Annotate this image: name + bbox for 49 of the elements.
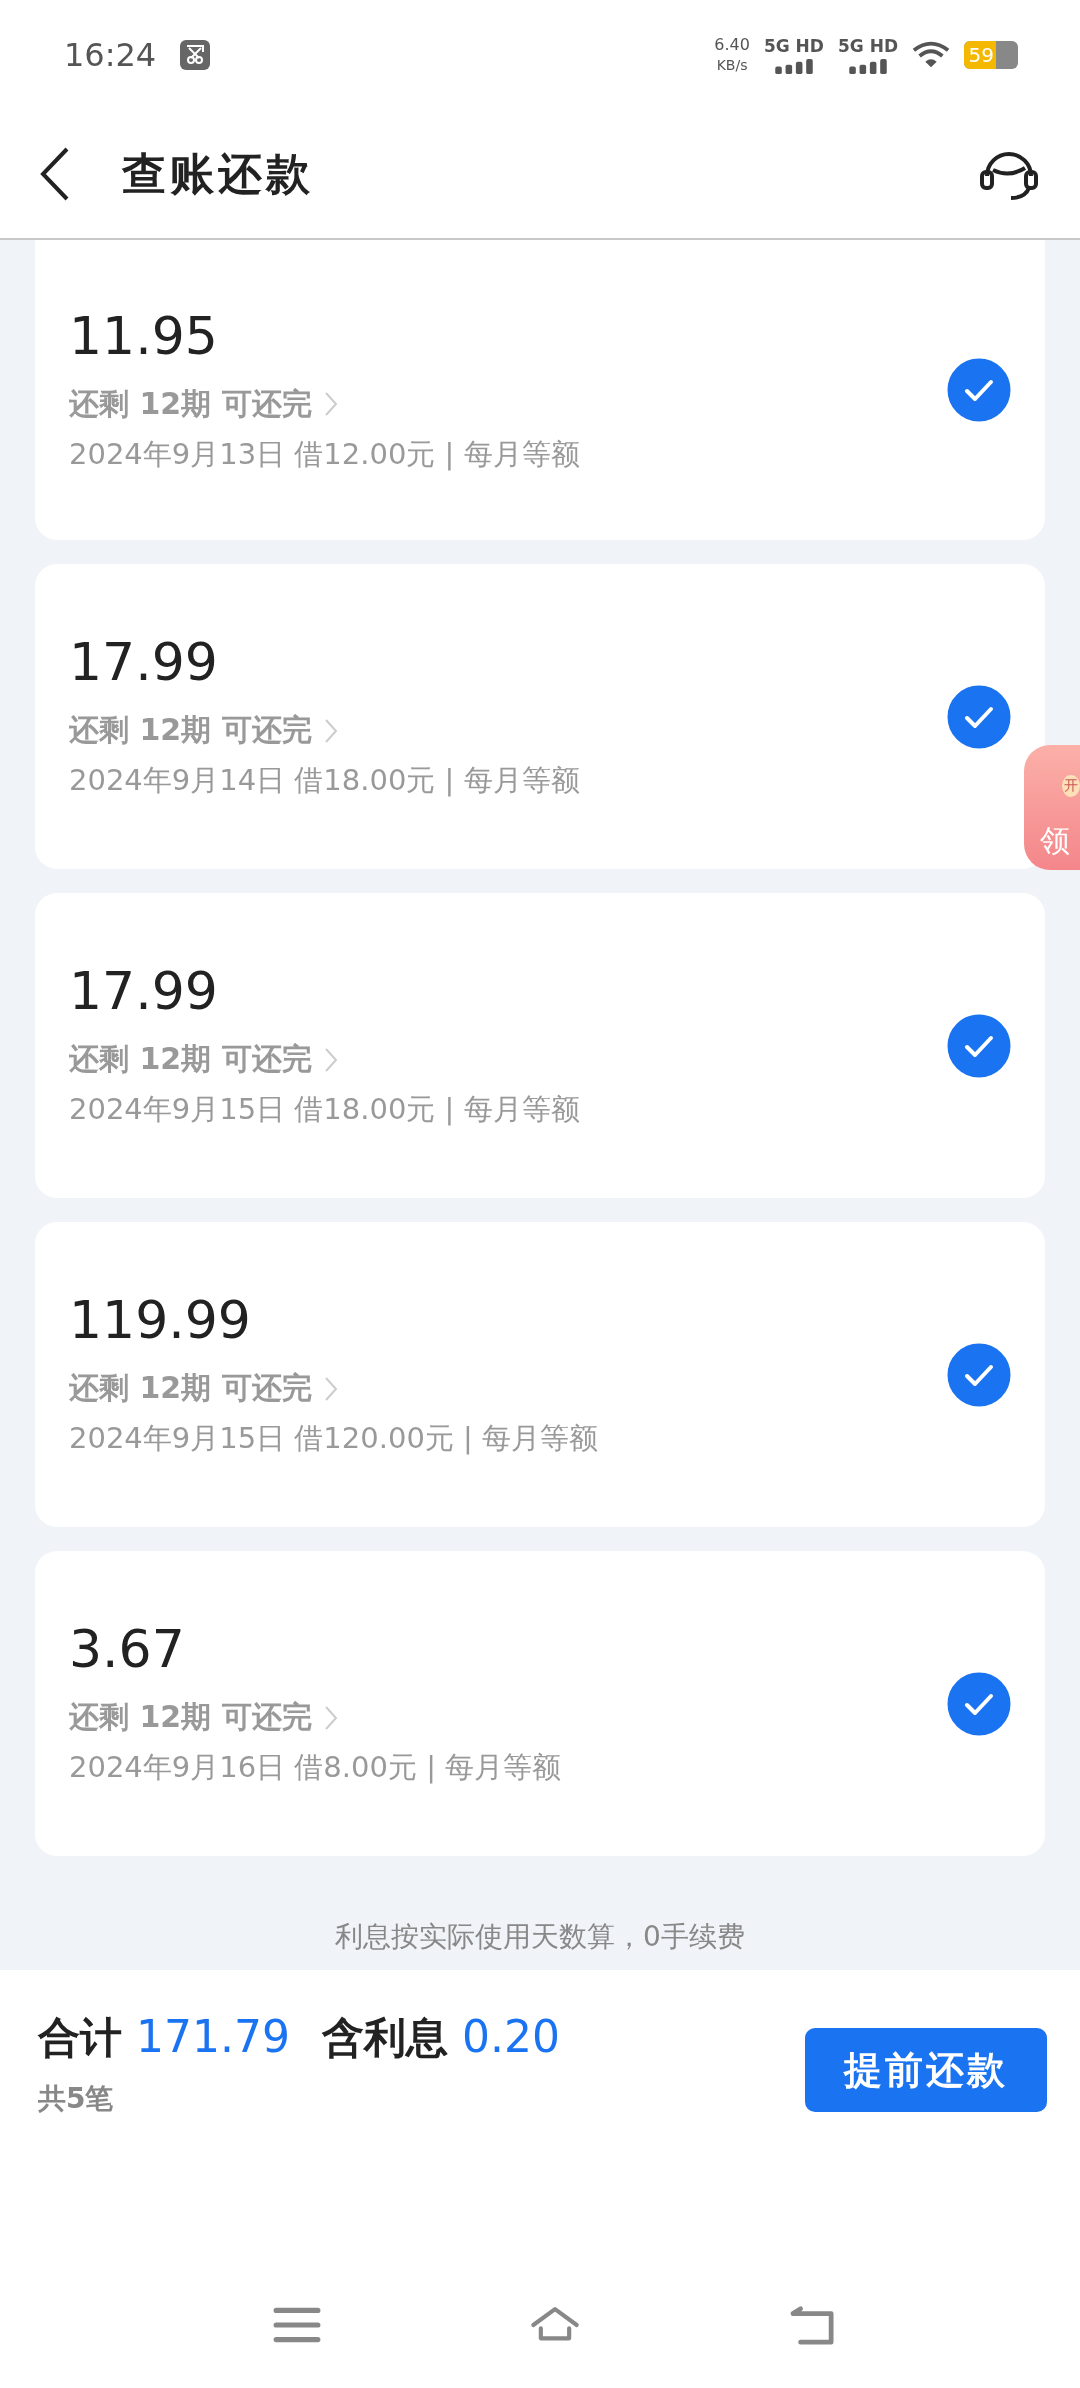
loan-card[interactable]: 17.99 还剩 12期 可还完 2024年9月15日 借18.00元 | 每月等额: [35, 893, 1045, 1198]
net-speed: 6.40: [714, 35, 750, 55]
interest-note: 利息按实际使用天数算，0手续费: [335, 1919, 745, 1955]
checkbox[interactable]: [947, 684, 1011, 749]
remaining-periods[interactable]: 还剩 12期 可还完: [69, 1697, 312, 1738]
chevron-icon: [323, 391, 338, 417]
back-icon[interactable]: [40, 147, 70, 201]
remaining-periods[interactable]: 还剩 12期 可还完: [69, 710, 312, 751]
loan-amount: 17.99: [69, 961, 218, 1021]
remaining-periods[interactable]: 还剩 12期 可还完: [69, 1368, 312, 1409]
net-unit: KB/s: [716, 56, 748, 75]
network-label: 5G HD: [837, 36, 898, 56]
network-label: 5G HD: [763, 36, 824, 56]
loan-detail: 2024年9月15日 借18.00元 | 每月等额: [69, 1091, 580, 1128]
total-label: 合计: [38, 2012, 122, 2064]
wifi-icon: [912, 40, 950, 70]
gift-badge[interactable]: 开 领: [1024, 745, 1080, 870]
checkbox[interactable]: [947, 358, 1011, 422]
loan-card[interactable]: 3.67 还剩 12期 可还完 2024年9月16日 借8.00元 | 每月等额: [35, 1551, 1045, 1856]
battery-icon: 59: [964, 41, 1018, 69]
loan-count: 共5笔: [38, 2081, 114, 2117]
chevron-icon: [323, 1375, 338, 1402]
loan-amount: 17.99: [69, 632, 218, 692]
signal-icon: [774, 59, 813, 74]
remaining-periods[interactable]: 还剩 12期 可还完: [69, 1039, 312, 1080]
loan-detail: 2024年9月13日 借12.00元 | 每月等额: [69, 435, 580, 473]
loan-amount: 3.67: [69, 1619, 185, 1679]
loan-detail: 2024年9月14日 借18.00元 | 每月等额: [69, 762, 580, 799]
loan-detail: 2024年9月15日 借120.00元 | 每月等额: [69, 1420, 599, 1457]
checkbox[interactable]: [947, 1342, 1011, 1407]
total-amount: 171.79: [136, 2011, 290, 2062]
interest-amount: 0.20: [461, 2011, 560, 2062]
chevron-icon: [323, 1046, 338, 1073]
loan-detail: 2024年9月16日 借8.00元 | 每月等额: [69, 1749, 562, 1786]
checkbox[interactable]: [947, 1013, 1011, 1078]
page-title: 查账还款: [122, 146, 314, 201]
checkbox[interactable]: [947, 1671, 1011, 1736]
screenshot-icon: [180, 40, 211, 70]
loan-amount: 119.99: [69, 1290, 251, 1350]
loan-card[interactable]: 11.95 还剩 12期 可还完 2024年9月13日 借12.00元 | 每月等额: [35, 240, 1045, 540]
interest-label: 含利息: [321, 2012, 448, 2064]
loan-amount: 11.95: [69, 305, 218, 366]
status-time: 16:24: [64, 36, 157, 74]
loan-card[interactable]: 119.99 还剩 12期 可还完 2024年9月15日 借120.00元 | 每月等额: [35, 1222, 1045, 1527]
repay-button[interactable]: 提前还款: [805, 2028, 1047, 2112]
chevron-icon: [323, 717, 338, 744]
remaining-periods[interactable]: 还剩 12期 可还完: [69, 383, 312, 425]
signal-icon: [848, 59, 887, 74]
chevron-icon: [323, 1704, 338, 1731]
